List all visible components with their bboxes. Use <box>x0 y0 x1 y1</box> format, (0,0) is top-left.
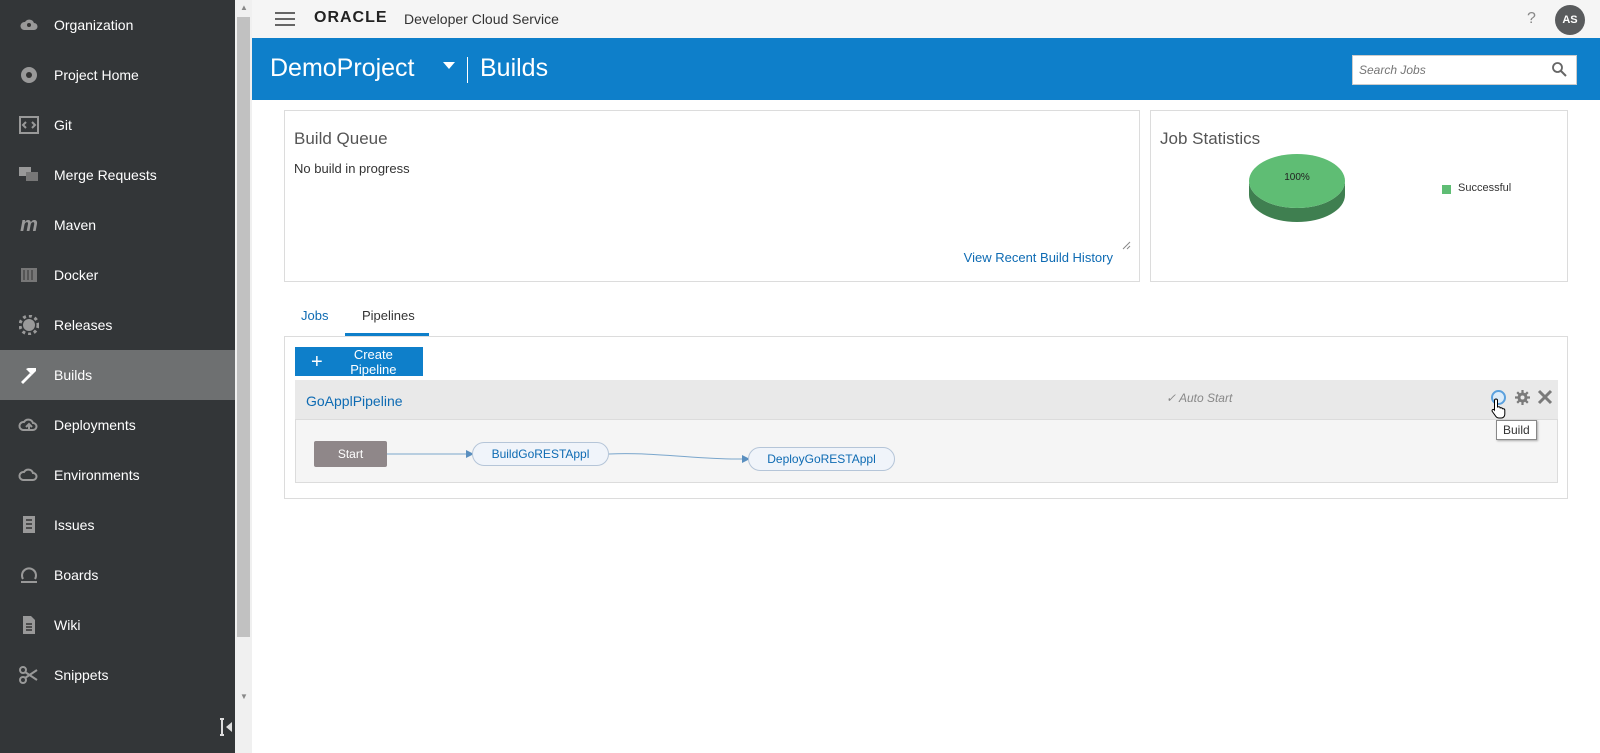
sidebar-item-boards[interactable]: Boards <box>0 550 235 600</box>
tab-pipelines[interactable]: Pipelines <box>362 308 415 323</box>
delete-pipeline-icon[interactable] <box>1537 389 1553 405</box>
scroll-up-icon[interactable]: ▲ <box>239 3 249 13</box>
sidebar-item-label: Project Home <box>54 67 139 83</box>
organization-icon <box>18 14 40 36</box>
oracle-logo: ORACLE <box>314 9 388 26</box>
tab-jobs[interactable]: Jobs <box>301 308 328 323</box>
pie-chart: 100% <box>1249 154 1345 222</box>
sidebar-item-git[interactable]: Git <box>0 100 235 150</box>
pipeline-node-build-job[interactable]: BuildGoRESTAppl <box>472 442 609 466</box>
build-queue-empty-text: No build in progress <box>294 161 410 176</box>
sidebar-item-label: Git <box>54 117 72 133</box>
auto-start-label: Auto Start <box>1178 391 1233 405</box>
sidebar-item-deployments[interactable]: Deployments <box>0 400 235 450</box>
sidebar-item-label: Boards <box>54 567 99 583</box>
page-title: Builds <box>480 54 549 82</box>
sidebar-item-organization[interactable]: Organization <box>0 0 235 50</box>
build-queue-panel: Build Queue No build in progress View Re… <box>284 110 1140 282</box>
hand-cursor-icon <box>1490 397 1508 419</box>
sidebar-item-label: Environments <box>54 467 140 483</box>
help-icon[interactable]: ? <box>1527 10 1536 28</box>
view-build-history-link[interactable]: View Recent Build History <box>964 250 1113 265</box>
plus-icon: + <box>311 350 323 373</box>
project-dropdown-icon[interactable] <box>443 62 455 69</box>
merge-requests-icon <box>18 164 40 186</box>
builds-icon <box>18 364 40 386</box>
releases-icon <box>18 314 40 336</box>
sidebar-item-releases[interactable]: Releases <box>0 300 235 350</box>
boards-icon <box>18 564 40 586</box>
job-statistics-title: Job Statistics <box>1160 129 1261 148</box>
resize-grip-icon[interactable] <box>1121 237 1131 250</box>
scrollbar-corner <box>235 706 252 753</box>
sidebar-item-snippets[interactable]: Snippets <box>0 650 235 700</box>
deployments-icon <box>18 414 40 436</box>
build-queue-title: Build Queue <box>294 129 388 148</box>
create-pipeline-button[interactable]: + Create Pipeline <box>295 346 423 377</box>
auto-start-indicator: ✓ Auto Start <box>1166 391 1232 405</box>
sidebar-item-maven[interactable]: m Maven <box>0 200 235 250</box>
sidebar-item-issues[interactable]: Issues <box>0 500 235 550</box>
project-name[interactable]: DemoProject <box>270 54 415 83</box>
sidebar-item-label: Maven <box>54 217 97 233</box>
user-avatar[interactable]: AS <box>1555 5 1585 35</box>
header-divider <box>467 57 468 83</box>
pipeline-node-deploy-job[interactable]: DeployGoRESTAppl <box>748 447 895 471</box>
sidebar-item-label: Issues <box>54 517 95 533</box>
pie-data-label: 100% <box>1284 172 1310 183</box>
sidebar-item-label: Docker <box>54 267 99 283</box>
maven-icon: m <box>20 213 38 236</box>
hamburger-menu-icon[interactable] <box>275 12 295 26</box>
pipeline-card-header <box>295 380 1558 420</box>
sidebar-item-project-home[interactable]: Project Home <box>0 50 235 100</box>
sidebar-item-label: Wiki <box>54 617 81 633</box>
legend-swatch-successful <box>1442 185 1451 194</box>
sidebar-item-label: Organization <box>54 17 134 33</box>
sidebar-item-label: Snippets <box>54 667 109 683</box>
sidebar-item-merge-requests[interactable]: Merge Requests <box>0 150 235 200</box>
scroll-down-icon[interactable]: ▼ <box>239 692 249 702</box>
sidebar-item-docker[interactable]: Docker <box>0 250 235 300</box>
issues-icon <box>18 514 40 536</box>
project-home-icon <box>18 64 40 86</box>
create-pipeline-label: Create Pipeline <box>350 346 397 377</box>
gear-icon[interactable] <box>1514 389 1531 406</box>
sidebar-item-label: Deployments <box>54 417 136 433</box>
search-jobs-box[interactable] <box>1352 55 1577 85</box>
environments-icon <box>18 464 40 486</box>
scroll-thumb[interactable] <box>237 17 250 637</box>
legend-label-successful: Successful <box>1458 182 1512 194</box>
sidebar-item-label: Builds <box>54 367 93 383</box>
collapse-sidebar-icon[interactable] <box>218 718 234 736</box>
sidebar-item-label: Merge Requests <box>54 167 157 183</box>
checkmark-icon: ✓ <box>1166 391 1177 405</box>
git-icon <box>18 114 40 136</box>
pipeline-node-start[interactable]: Start <box>314 441 387 467</box>
docker-icon <box>18 264 40 286</box>
sidebar-item-builds[interactable]: Builds <box>0 350 235 400</box>
wiki-icon <box>18 614 40 636</box>
product-name: Developer Cloud Service <box>404 11 559 27</box>
sidebar-item-label: Releases <box>54 317 113 333</box>
search-jobs-input[interactable] <box>1353 56 1543 84</box>
search-icon[interactable] <box>1551 61 1567 77</box>
sidebar-item-environments[interactable]: Environments <box>0 450 235 500</box>
pipeline-name-link[interactable]: GoApplPipeline <box>306 393 403 409</box>
job-statistics-panel: Job Statistics 100% Successful <box>1150 110 1568 282</box>
snippets-icon <box>18 664 40 686</box>
sidebar-item-wiki[interactable]: Wiki <box>0 600 235 650</box>
